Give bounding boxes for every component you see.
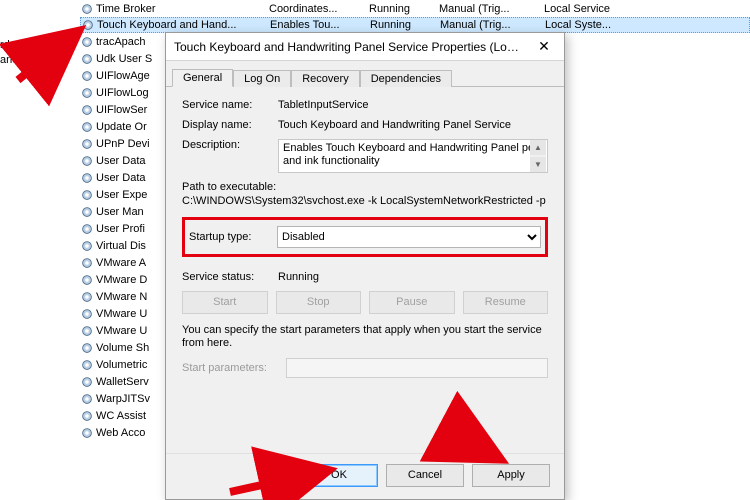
gear-icon: [80, 273, 94, 287]
description-box[interactable]: Enables Touch Keyboard and Handwriting P…: [278, 139, 548, 173]
gear-icon: [80, 35, 94, 49]
gear-icon: [80, 69, 94, 83]
gear-icon: [80, 103, 94, 117]
gear-icon: [80, 307, 94, 321]
start-params-input: [286, 358, 548, 378]
service-row[interactable]: Touch Keyboard and Hand...Enables Tou...…: [80, 17, 750, 33]
label-service-status: Service status:: [182, 271, 278, 283]
service-logon: Local Service: [544, 3, 634, 15]
resume-button[interactable]: Resume: [463, 291, 549, 314]
service-name: Time Broker: [94, 3, 269, 15]
value-display-name: Touch Keyboard and Handwriting Panel Ser…: [278, 119, 548, 131]
general-panel: Service name: TabletInputService Display…: [166, 87, 564, 392]
background-text-snippet: rd and and ink: [0, 38, 35, 68]
description-scrollbar[interactable]: ▲ ▼: [530, 140, 546, 172]
service-startup: Manual (Trig...: [440, 19, 545, 31]
dialog-title: Touch Keyboard and Handwriting Panel Ser…: [174, 40, 524, 54]
gear-icon: [80, 52, 94, 66]
gear-icon: [80, 205, 94, 219]
gear-icon: [80, 222, 94, 236]
service-desc: Enables Tou...: [270, 19, 370, 31]
tab-general[interactable]: General: [172, 69, 233, 87]
gear-icon: [80, 409, 94, 423]
start-button[interactable]: Start: [182, 291, 268, 314]
gear-icon: [80, 290, 94, 304]
apply-button[interactable]: Apply: [472, 464, 550, 487]
gear-icon: [80, 426, 94, 440]
cancel-button[interactable]: Cancel: [386, 464, 464, 487]
ok-button[interactable]: OK: [300, 464, 378, 487]
stop-button[interactable]: Stop: [276, 291, 362, 314]
dialog-titlebar[interactable]: Touch Keyboard and Handwriting Panel Ser…: [166, 33, 564, 61]
label-path: Path to executable:: [182, 181, 548, 193]
label-startup-type: Startup type:: [189, 231, 277, 243]
gear-icon: [81, 18, 95, 32]
start-params-hint: You can specify the start parameters tha…: [182, 324, 548, 350]
value-service-status: Running: [278, 271, 319, 283]
gear-icon: [80, 2, 94, 16]
gear-icon: [80, 239, 94, 253]
service-row[interactable]: Time BrokerCoordinates...RunningManual (…: [80, 0, 750, 17]
gear-icon: [80, 137, 94, 151]
dialog-footer: OK Cancel Apply: [166, 453, 564, 499]
gear-icon: [80, 324, 94, 338]
service-startup: Manual (Trig...: [439, 3, 544, 15]
pause-button[interactable]: Pause: [369, 291, 455, 314]
label-start-params: Start parameters:: [182, 362, 278, 374]
gear-icon: [80, 358, 94, 372]
tab-logon[interactable]: Log On: [233, 70, 291, 87]
tab-recovery[interactable]: Recovery: [291, 70, 359, 87]
gear-icon: [80, 256, 94, 270]
close-icon[interactable]: ✕: [524, 33, 564, 61]
service-status: Running: [369, 3, 439, 15]
label-description: Description:: [182, 139, 278, 151]
value-service-name: TabletInputService: [278, 99, 548, 111]
gear-icon: [80, 188, 94, 202]
service-status: Running: [370, 19, 440, 31]
gear-icon: [80, 341, 94, 355]
service-desc: Coordinates...: [269, 3, 369, 15]
gear-icon: [80, 392, 94, 406]
gear-icon: [80, 154, 94, 168]
service-logon: Local Syste...: [545, 19, 635, 31]
tab-dependencies[interactable]: Dependencies: [360, 70, 452, 87]
service-properties-dialog: Touch Keyboard and Handwriting Panel Ser…: [165, 32, 565, 500]
gear-icon: [80, 120, 94, 134]
scroll-up-icon[interactable]: ▲: [530, 140, 546, 155]
startup-type-row: Startup type: Disabled: [182, 217, 548, 257]
gear-icon: [80, 375, 94, 389]
scroll-down-icon[interactable]: ▼: [530, 157, 546, 172]
label-display-name: Display name:: [182, 119, 278, 131]
service-name: Touch Keyboard and Hand...: [95, 19, 270, 31]
value-path: C:\WINDOWS\System32\svchost.exe -k Local…: [182, 195, 548, 207]
dialog-tabs: General Log On Recovery Dependencies: [166, 61, 564, 87]
label-service-name: Service name:: [182, 99, 278, 111]
gear-icon: [80, 86, 94, 100]
gear-icon: [80, 171, 94, 185]
startup-type-select[interactable]: Disabled: [277, 226, 541, 248]
